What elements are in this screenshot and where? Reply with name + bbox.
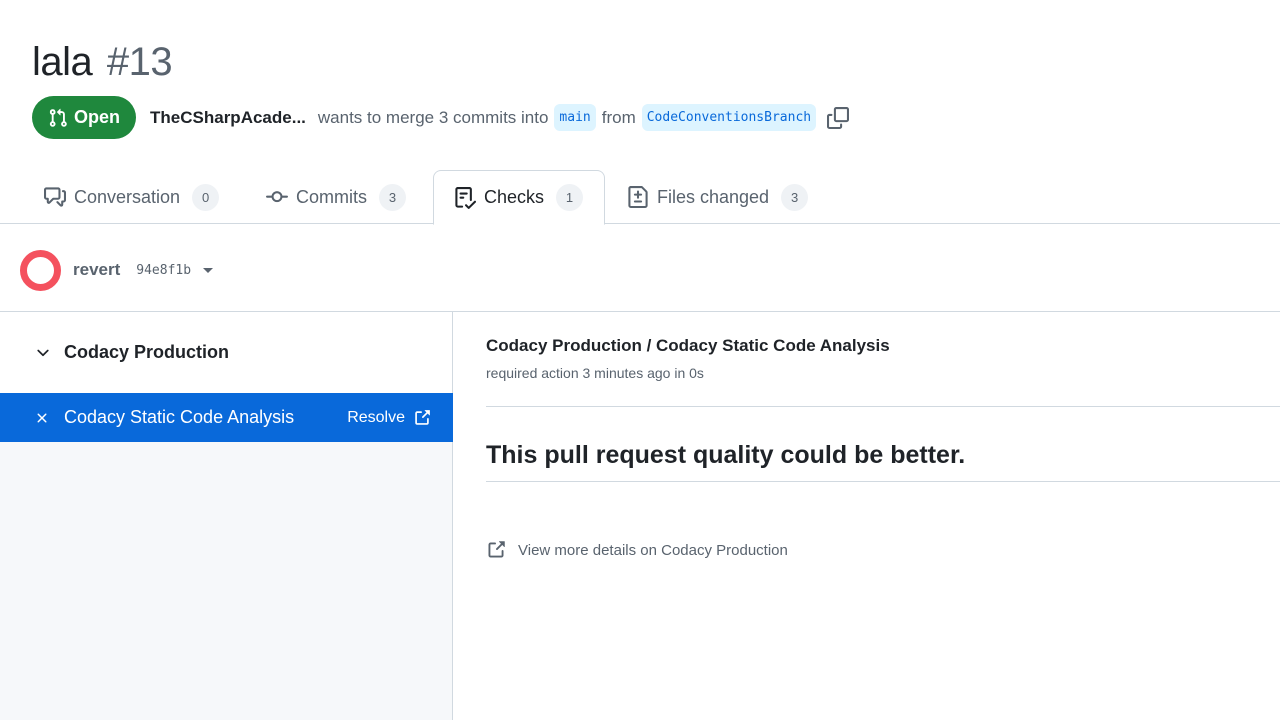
tab-label: Commits	[296, 186, 367, 207]
check-suite-header[interactable]: Codacy Production	[0, 312, 452, 393]
check-run-name: Codacy Static Code Analysis	[64, 407, 295, 427]
check-detail-title: Codacy Production / Codacy Static Code A…	[486, 336, 890, 355]
tab-counter: 1	[556, 184, 584, 211]
pr-tabs: Conversation 0 Commits 3 Checks 1 Files …	[0, 170, 1280, 225]
caret-down-icon	[203, 267, 214, 273]
tab-conversation[interactable]: Conversation 0	[32, 170, 231, 224]
comment-discussion-icon	[44, 187, 66, 207]
resolve-label: Resolve	[347, 408, 405, 426]
checks-sidebar: Codacy Production Codacy Static Code Ana…	[0, 312, 453, 720]
view-more-details-link[interactable]: View more details on Codacy Production	[486, 540, 788, 560]
merge-text: wants to merge 3 commits into	[317, 107, 549, 127]
tab-counter: 3	[781, 183, 809, 211]
external-link-icon	[488, 541, 505, 558]
chevron-down-icon	[37, 349, 49, 356]
divider	[486, 406, 1280, 407]
commit-sha-dropdown[interactable]: 94e8f1b	[136, 262, 214, 278]
copy-icon	[827, 106, 850, 129]
status-failure-icon	[20, 249, 61, 291]
state-badge: Open	[32, 96, 137, 139]
tab-checks[interactable]: Checks 1	[433, 170, 605, 225]
external-link-icon	[415, 409, 430, 425]
checklist-icon	[455, 186, 476, 209]
pr-number: #13	[106, 40, 173, 84]
commit-message: revert	[73, 260, 121, 279]
author-link[interactable]: TheCSharpAcade...	[150, 108, 306, 128]
commit-sha-text: 94e8f1b	[136, 262, 192, 278]
check-suite-name: Codacy Production	[64, 342, 230, 362]
file-diff-icon	[628, 186, 648, 208]
x-icon	[34, 410, 52, 426]
tab-counter: 3	[379, 183, 406, 211]
tab-commits[interactable]: Commits 3	[254, 170, 418, 224]
head-branch[interactable]: CodeConventionsBranch	[641, 104, 817, 131]
divider	[486, 481, 1280, 482]
copy-branch-button[interactable]	[826, 106, 850, 130]
pr-title-text: lala	[32, 40, 93, 84]
check-detail-subtitle: required action 3 minutes ago in 0s	[486, 365, 704, 381]
tab-label: Conversation	[74, 186, 181, 207]
git-commit-icon	[266, 191, 288, 203]
commit-selector-row: revert 94e8f1b	[20, 248, 214, 292]
from-text: from	[601, 107, 636, 127]
check-run-item[interactable]: Codacy Static Code Analysis Resolve	[0, 393, 453, 442]
check-summary-heading: This pull request quality could be bette…	[486, 441, 966, 469]
pr-meta-row: Open TheCSharpAcade... wants to merge 3 …	[32, 96, 850, 139]
view-more-details-label: View more details on Codacy Production	[518, 541, 788, 559]
state-label: Open	[74, 107, 121, 127]
tab-label: Checks	[484, 187, 545, 207]
tab-counter: 0	[192, 183, 220, 211]
resolve-link[interactable]: Resolve	[347, 393, 431, 442]
tab-label: Files changed	[657, 186, 770, 207]
git-pull-request-icon	[49, 108, 67, 127]
base-branch[interactable]: main	[554, 104, 596, 131]
tab-files-changed[interactable]: Files changed 3	[615, 170, 820, 224]
pr-title: lala #13	[32, 36, 173, 88]
